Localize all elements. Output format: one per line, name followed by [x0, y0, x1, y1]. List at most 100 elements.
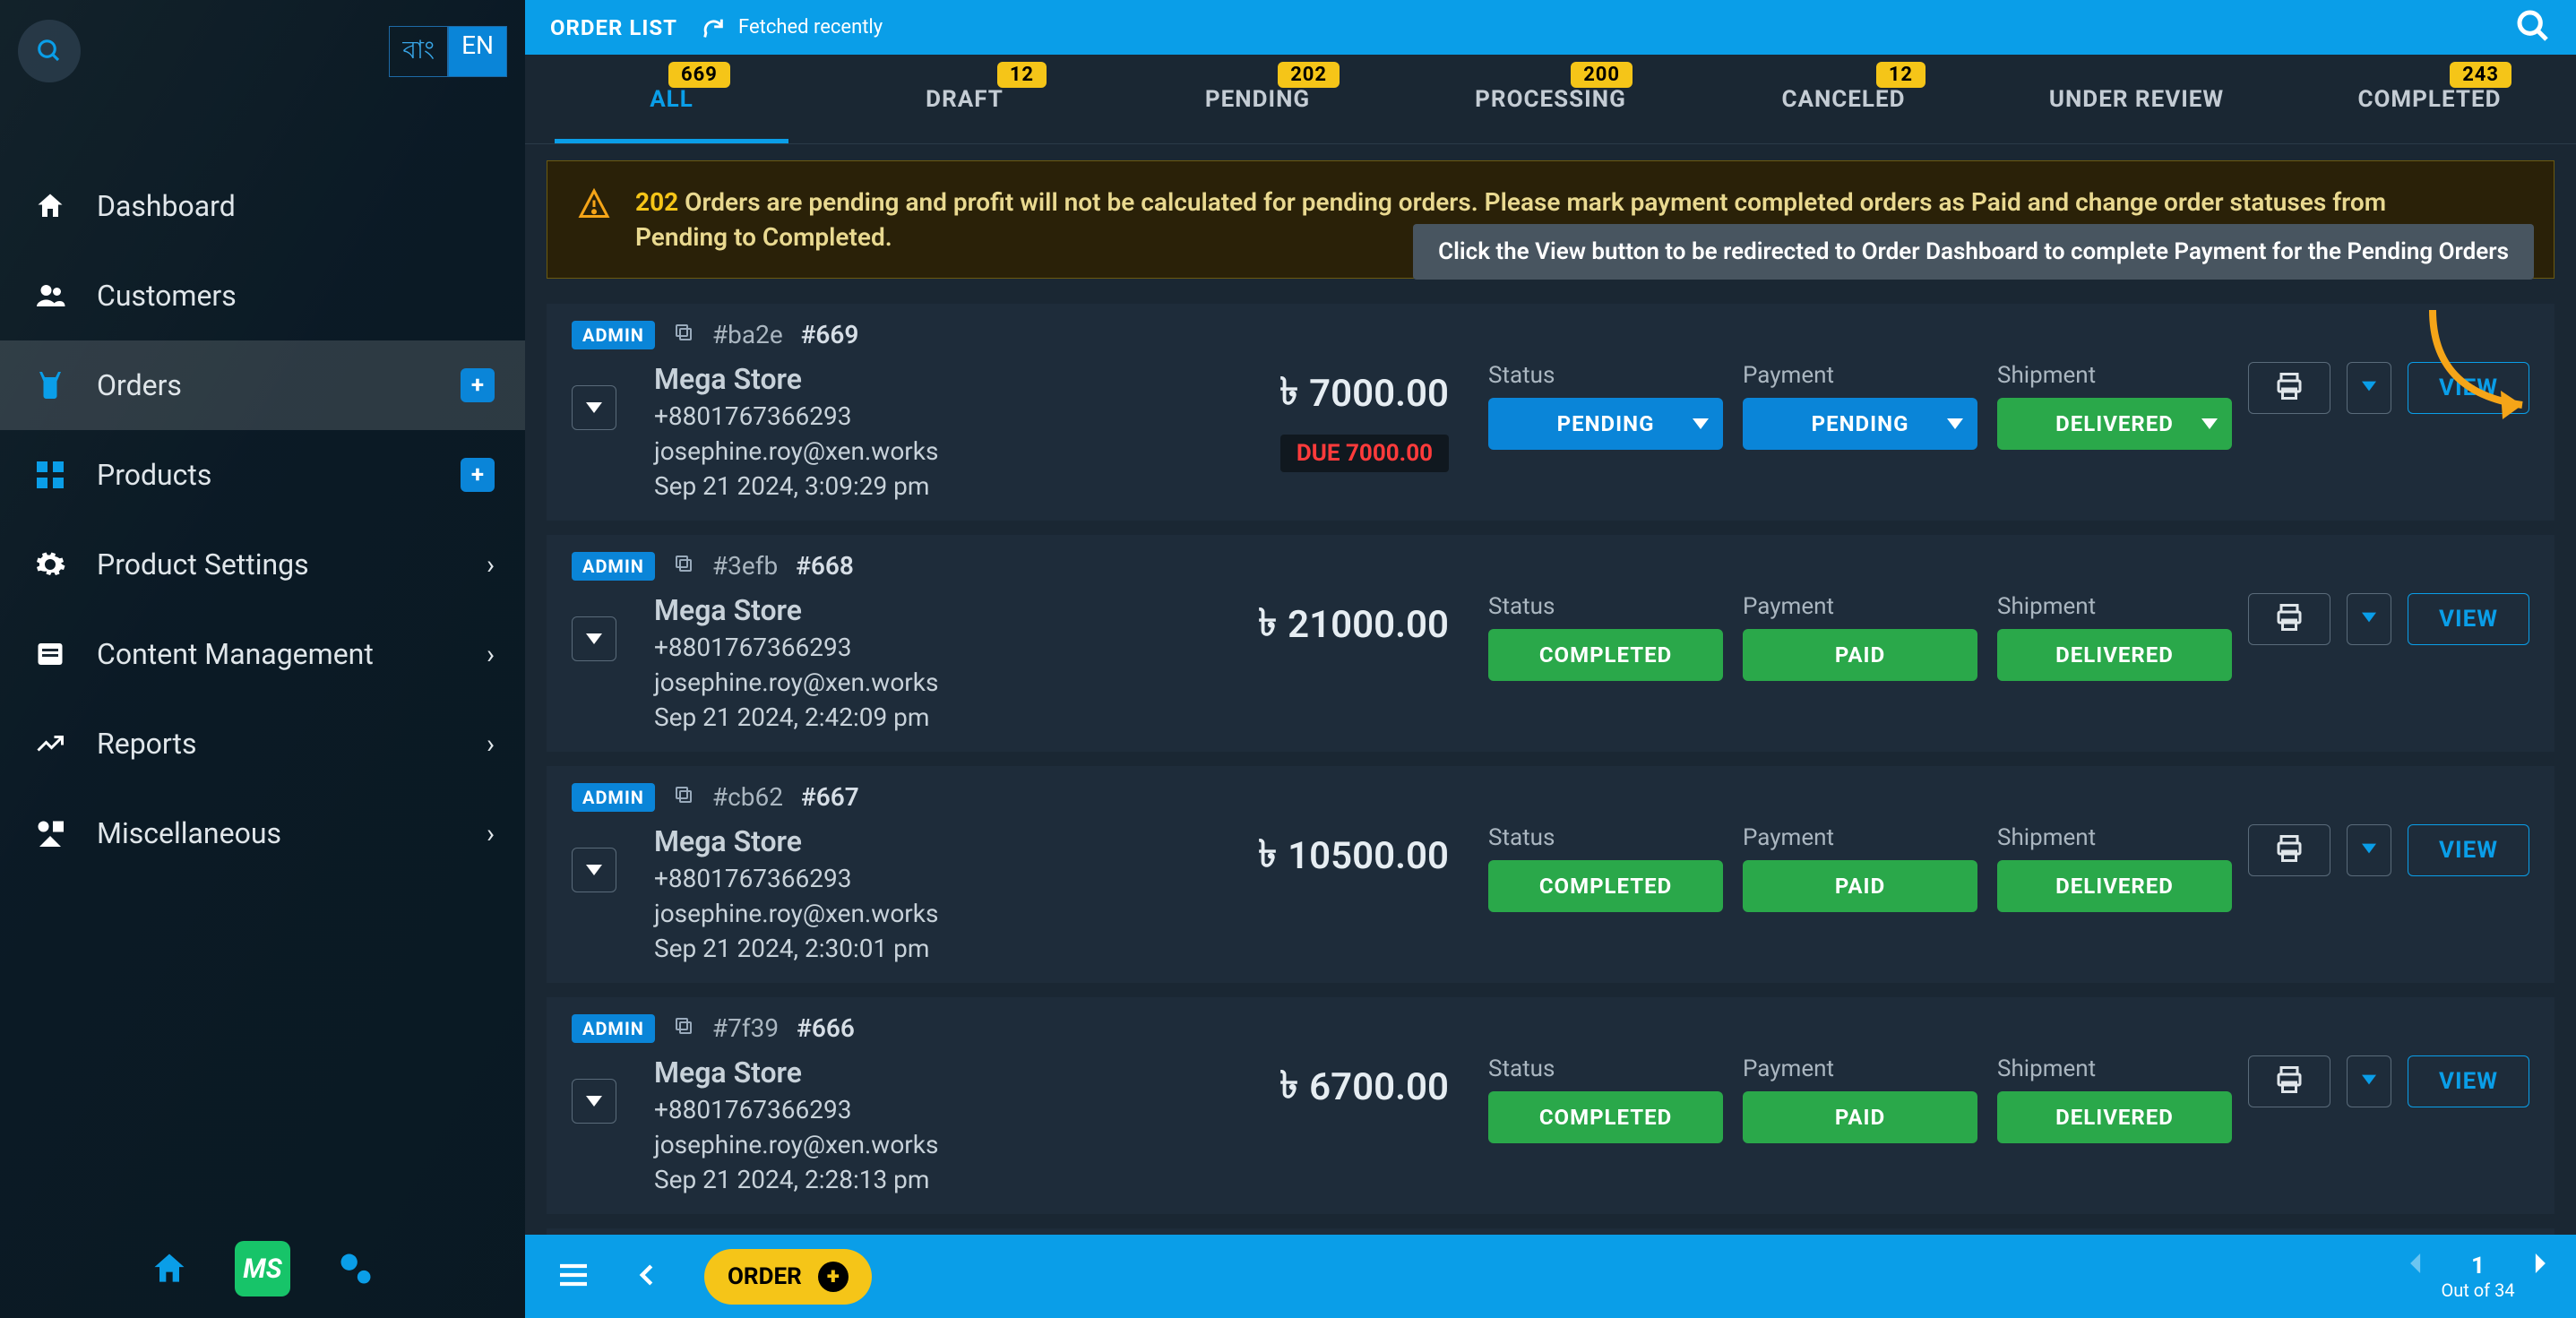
print-button[interactable]: [2248, 593, 2330, 645]
tab-badge: 669: [668, 62, 730, 88]
status-select[interactable]: DELIVERED: [1997, 860, 2232, 912]
print-button[interactable]: [2248, 1055, 2330, 1107]
gear-icon: [30, 545, 70, 584]
copy-icon[interactable]: [673, 553, 694, 580]
shipment-label: Shipment: [1997, 362, 2232, 389]
tab-draft[interactable]: DRAFT12: [818, 55, 1111, 143]
tab-pending[interactable]: PENDING202: [1111, 55, 1404, 143]
status-value: DELIVERED: [2055, 642, 2174, 668]
refresh-button[interactable]: Fetched recently: [701, 15, 883, 40]
bottom-settings-button[interactable]: [328, 1241, 383, 1296]
view-button[interactable]: VIEW: [2408, 593, 2529, 645]
sidebar: বাং EN Dashboard Customers Orders + Prod…: [0, 0, 525, 1318]
status-select[interactable]: DELIVERED: [1997, 629, 2232, 681]
order-number: #667: [801, 782, 859, 812]
back-button[interactable]: [634, 1257, 661, 1296]
status-value: PAID: [1835, 642, 1885, 668]
print-dropdown-button[interactable]: [2347, 824, 2391, 876]
print-dropdown-button[interactable]: [2347, 362, 2391, 414]
order-amount: ৳7000.00: [1279, 362, 1449, 426]
sidebar-item-dashboard[interactable]: Dashboard: [0, 161, 525, 251]
status-value: COMPLETED: [1539, 874, 1672, 899]
language-toggle[interactable]: বাং EN: [389, 26, 507, 77]
expand-button[interactable]: [572, 616, 616, 661]
store-name: Mega Store: [654, 362, 1156, 396]
order-hash: #3efb: [712, 551, 778, 581]
sidebar-item-orders[interactable]: Orders +: [0, 340, 525, 430]
sidebar-search-button[interactable]: [18, 20, 81, 82]
status-select[interactable]: PENDING: [1488, 398, 1723, 450]
view-button[interactable]: VIEW: [2408, 1055, 2529, 1107]
status-select[interactable]: COMPLETED: [1488, 629, 1723, 681]
order-hash: #cb62: [712, 782, 783, 812]
due-badge: DUE 7000.00: [1280, 435, 1449, 472]
order-date: Sep 21 2024, 2:42:09 pm: [654, 702, 1156, 732]
create-order-label: ORDER: [728, 1263, 802, 1290]
sidebar-item-content-management[interactable]: Content Management ›: [0, 609, 525, 699]
status-value: PAID: [1835, 1105, 1885, 1130]
status-select[interactable]: DELIVERED: [1997, 398, 2232, 450]
shipment-label: Shipment: [1997, 824, 2232, 851]
print-dropdown-button[interactable]: [2347, 593, 2391, 645]
print-dropdown-button[interactable]: [2347, 1055, 2391, 1107]
status-select[interactable]: PAID: [1743, 1091, 1977, 1143]
copy-icon[interactable]: [673, 784, 694, 811]
topbar-search-button[interactable]: [2515, 8, 2551, 47]
order-row: ADMIN#3efb#668Mega Store+8801767366293jo…: [547, 535, 2554, 752]
plus-icon: +: [818, 1262, 849, 1292]
tab-completed[interactable]: COMPLETED243: [2283, 55, 2576, 143]
copy-icon[interactable]: [673, 1015, 694, 1042]
status-select[interactable]: PAID: [1743, 629, 1977, 681]
sidebar-item-product-settings[interactable]: Product Settings ›: [0, 520, 525, 609]
print-button[interactable]: [2248, 824, 2330, 876]
expand-button[interactable]: [572, 1079, 616, 1124]
tab-canceled[interactable]: CANCELED12: [1697, 55, 1990, 143]
content-icon: [30, 634, 70, 674]
tab-badge: 243: [2450, 62, 2511, 88]
lang-bn[interactable]: বাং: [389, 26, 448, 77]
tab-under-review[interactable]: UNDER REVIEW: [1990, 55, 2283, 143]
copy-icon[interactable]: [673, 322, 694, 349]
status-select[interactable]: PENDING: [1743, 398, 1977, 450]
order-date: Sep 21 2024, 2:28:13 pm: [654, 1165, 1156, 1194]
sidebar-item-customers[interactable]: Customers: [0, 251, 525, 340]
create-order-button[interactable]: ORDER +: [704, 1249, 872, 1305]
expand-button[interactable]: [572, 848, 616, 892]
bottom-store-button[interactable]: MS: [235, 1241, 290, 1296]
sidebar-item-reports[interactable]: Reports ›: [0, 699, 525, 788]
caret-left-icon: [2410, 1253, 2423, 1273]
orders-list: ADMIN#ba2e#669Mega Store+8801767366293jo…: [525, 279, 2576, 1235]
add-product-button[interactable]: +: [461, 458, 495, 492]
search-icon: [36, 38, 63, 65]
tab-label: UNDER REVIEW: [2049, 86, 2224, 113]
chevron-right-icon: ›: [487, 639, 495, 670]
view-button[interactable]: VIEW: [2408, 824, 2529, 876]
status-select[interactable]: COMPLETED: [1488, 1091, 1723, 1143]
view-button[interactable]: VIEW: [2408, 362, 2529, 414]
status-select[interactable]: PAID: [1743, 860, 1977, 912]
menu-toggle-button[interactable]: [556, 1257, 591, 1296]
order-amount: ৳6700.00: [1279, 1055, 1449, 1119]
print-button[interactable]: [2248, 362, 2330, 414]
admin-badge: ADMIN: [572, 783, 655, 812]
tab-label: DRAFT: [926, 86, 1004, 113]
admin-badge: ADMIN: [572, 321, 655, 349]
tab-all[interactable]: ALL669: [525, 55, 818, 143]
status-value: DELIVERED: [2055, 1105, 2174, 1130]
expand-button[interactable]: [572, 385, 616, 430]
status-select[interactable]: DELIVERED: [1997, 1091, 2232, 1143]
tab-label: PROCESSING: [1475, 86, 1626, 113]
print-icon: [2273, 1064, 2305, 1099]
sidebar-item-products[interactable]: Products +: [0, 430, 525, 520]
sidebar-item-miscellaneous[interactable]: Miscellaneous ›: [0, 788, 525, 878]
tab-processing[interactable]: PROCESSING200: [1404, 55, 1697, 143]
lang-en[interactable]: EN: [448, 26, 507, 77]
print-icon: [2273, 601, 2305, 637]
add-order-button[interactable]: +: [461, 368, 495, 402]
page-next-button[interactable]: [2533, 1253, 2546, 1278]
customer-phone: +8801767366293: [654, 864, 1156, 893]
chevron-down-icon: [1693, 418, 1709, 429]
bottom-home-button[interactable]: [142, 1241, 197, 1296]
status-select[interactable]: COMPLETED: [1488, 860, 1723, 912]
page-prev-button[interactable]: [2410, 1253, 2423, 1278]
